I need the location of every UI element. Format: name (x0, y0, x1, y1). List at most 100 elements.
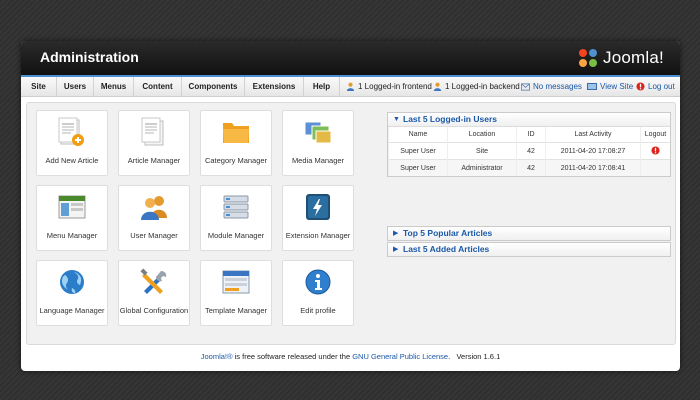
user-id: 42 (516, 142, 546, 160)
user-last-activity: 2011-04-20 17:08:27 (545, 142, 641, 160)
logout-cell (640, 142, 670, 160)
menu-components[interactable]: Components (182, 77, 245, 96)
tile-user-manager[interactable]: User Manager (118, 185, 190, 251)
frontend-users-status[interactable]: 1 Logged-in frontend (346, 77, 432, 96)
expand-arrow-icon: ▶ (393, 246, 399, 253)
menu-icon (58, 195, 86, 219)
version-text: Version 1.6.1 (456, 352, 501, 361)
module-icon (223, 195, 249, 219)
menu-content[interactable]: Content (134, 77, 182, 96)
tile-article-manager[interactable]: Article Manager (118, 110, 190, 176)
popular-articles-header[interactable]: ▶ Top 5 Popular Articles (388, 227, 670, 240)
tile-extension-manager[interactable]: Extension Manager (282, 185, 354, 251)
folder-icon (223, 123, 249, 143)
user-name-link[interactable]: Super User (388, 142, 448, 160)
tile-module-manager[interactable]: Module Manager (200, 185, 272, 251)
panel-title: Top 5 Popular Articles (403, 228, 493, 238)
logo-text: Joomla! (603, 48, 664, 67)
tile-label: Category Manager (204, 156, 268, 165)
logout-icon (636, 82, 645, 91)
info-icon (305, 269, 331, 295)
menu-bar: Site Users Menus Content Components Exte… (21, 77, 680, 97)
expand-arrow-icon: ▶ (393, 230, 399, 237)
tile-label: User Manager (130, 231, 178, 240)
messages-icon (521, 82, 530, 91)
media-icon (304, 121, 332, 144)
user-icon (346, 82, 355, 91)
article-icon (141, 117, 164, 146)
user-icon (433, 82, 442, 91)
added-articles-header[interactable]: ▶ Last 5 Added Articles (388, 243, 670, 256)
column-header: Location (447, 126, 517, 143)
tile-label: Extension Manager (285, 231, 351, 240)
table-header-row: Name Location ID Last Activity Logout (388, 126, 670, 143)
collapse-arrow-icon: ▼ (393, 116, 400, 123)
add-article-icon (58, 117, 84, 146)
users-icon (141, 196, 167, 220)
logged-in-users-header[interactable]: ▼ Last 5 Logged-in Users (388, 113, 670, 126)
panel-title: Last 5 Logged-in Users (403, 114, 497, 124)
tile-add-new-article[interactable]: Add New Article (36, 110, 108, 176)
logout-user-icon[interactable] (651, 145, 660, 155)
user-location: Site (447, 142, 517, 160)
column-header: Last Activity (545, 126, 641, 143)
extension-icon (306, 194, 330, 220)
logout-label: Log out (648, 82, 675, 91)
tile-label: Language Manager (39, 306, 105, 315)
menu-menus[interactable]: Menus (94, 77, 134, 96)
added-articles-panel: ▶ Last 5 Added Articles (387, 242, 671, 257)
globe-icon (60, 270, 84, 294)
footer-text: is free software released under the (232, 352, 353, 361)
table-row: Super User Administrator 42 2011-04-20 1… (388, 159, 670, 176)
tile-label: Media Manager (291, 156, 345, 165)
tile-label: Global Configuration (119, 306, 189, 315)
main-content: Add New Article Article Manager Category… (26, 102, 676, 345)
tile-label: Menu Manager (46, 231, 98, 240)
tile-media-manager[interactable]: Media Manager (282, 110, 354, 176)
tile-label: Article Manager (127, 156, 181, 165)
tile-language-manager[interactable]: Language Manager (36, 260, 108, 326)
user-name-link[interactable]: Super User (388, 159, 448, 176)
footer-text-end: . (448, 352, 451, 361)
tile-edit-profile[interactable]: Edit profile (282, 260, 354, 326)
view-site-link[interactable]: View Site (587, 77, 633, 96)
header-bar: Administration Joomla! (21, 41, 680, 75)
menu-users[interactable]: Users (57, 77, 94, 96)
tile-category-manager[interactable]: Category Manager (200, 110, 272, 176)
logout-link[interactable]: Log out (636, 77, 675, 96)
menu-site[interactable]: Site (21, 77, 57, 96)
backend-label: 1 Logged-in backend (445, 82, 520, 91)
user-last-activity: 2011-04-20 17:08:41 (545, 159, 641, 176)
joomla-footer-link[interactable]: Joomla!® (201, 352, 233, 361)
tile-global-configuration[interactable]: Global Configuration (118, 260, 190, 326)
joomla-logo: Joomla! (577, 46, 664, 70)
messages-link[interactable]: No messages (521, 77, 582, 96)
column-header: Logout (640, 126, 670, 143)
template-icon (222, 270, 250, 294)
tile-label: Add New Article (45, 156, 99, 165)
user-location: Administrator (447, 159, 517, 176)
tile-label: Template Manager (204, 306, 268, 315)
page-title: Administration (40, 49, 139, 65)
messages-label: No messages (533, 82, 582, 91)
column-header: ID (516, 126, 546, 143)
table-row: Super User Site 42 2011-04-20 17:08:27 (388, 142, 670, 160)
logged-in-users-panel: ▼ Last 5 Logged-in Users Name Location I… (387, 112, 671, 177)
footer: Joomla!® is free software released under… (21, 352, 680, 361)
panel-title: Last 5 Added Articles (403, 244, 490, 254)
user-id: 42 (516, 159, 546, 176)
license-link[interactable]: GNU General Public License (352, 352, 448, 361)
menu-extensions[interactable]: Extensions (245, 77, 304, 96)
popular-articles-panel: ▶ Top 5 Popular Articles (387, 226, 671, 241)
logout-cell (640, 159, 670, 176)
frontend-label: 1 Logged-in frontend (358, 82, 432, 91)
tile-menu-manager[interactable]: Menu Manager (36, 185, 108, 251)
backend-users-status[interactable]: 1 Logged-in backend (433, 77, 520, 96)
view-site-label: View Site (600, 82, 634, 91)
joomla-logo-icon (579, 49, 597, 67)
monitor-icon (587, 82, 597, 90)
menu-help[interactable]: Help (304, 77, 340, 96)
column-header: Name (388, 126, 448, 143)
tile-template-manager[interactable]: Template Manager (200, 260, 272, 326)
admin-window: Administration Joomla! Site Users Menus … (21, 41, 680, 371)
